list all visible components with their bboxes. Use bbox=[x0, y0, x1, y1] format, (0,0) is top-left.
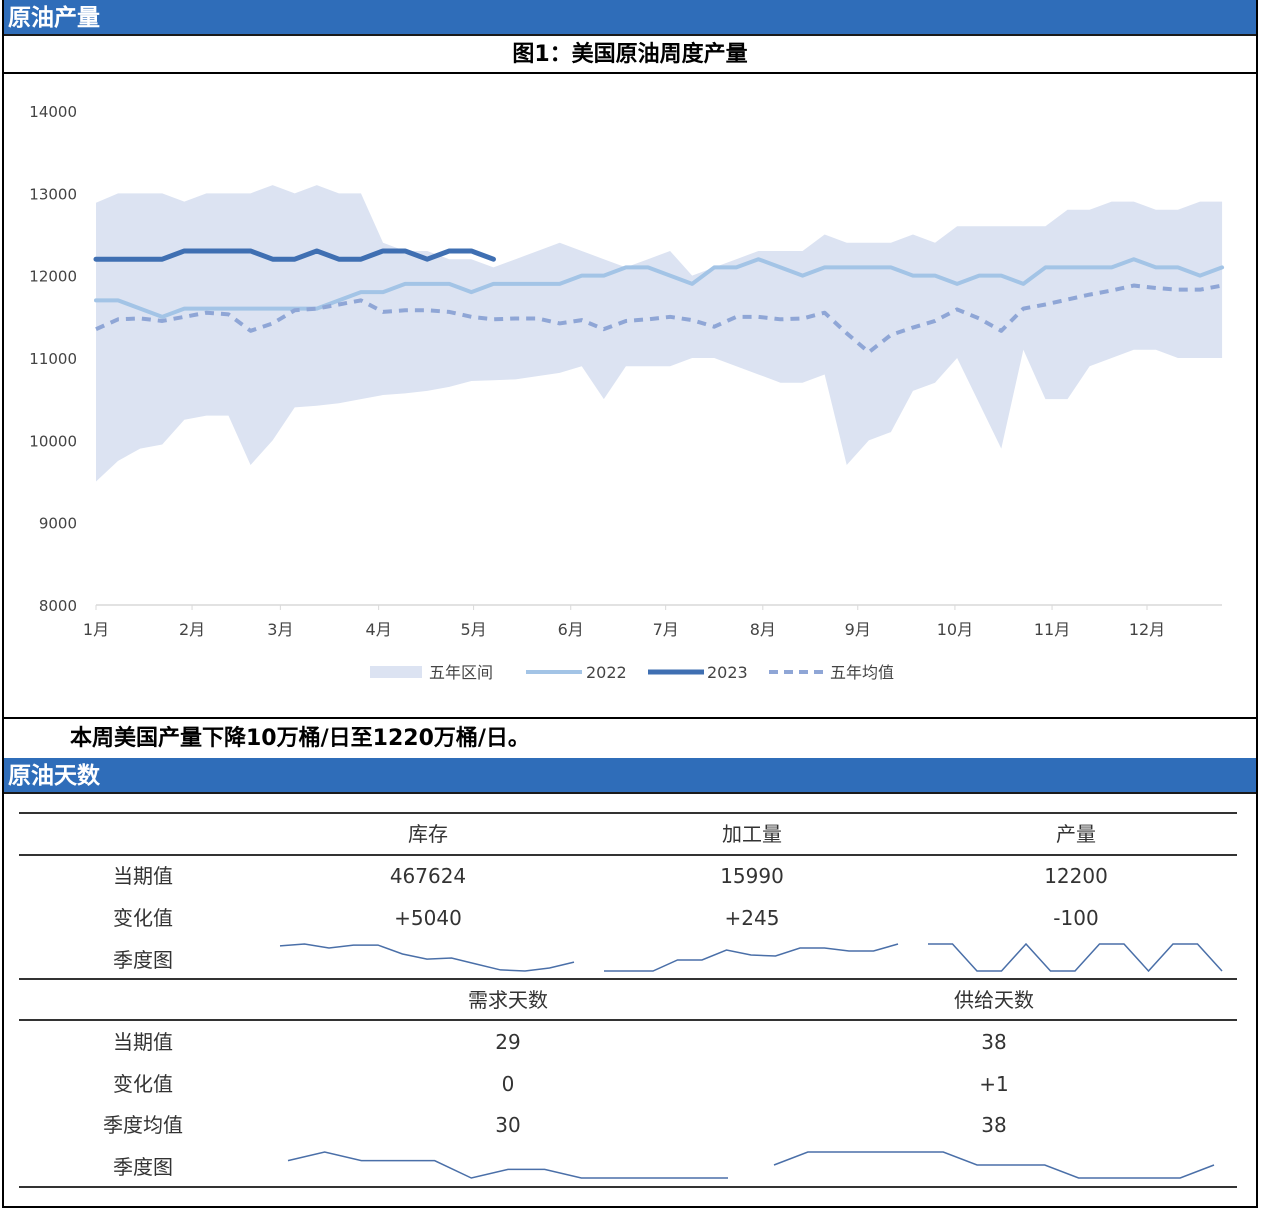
sparklines bbox=[279, 942, 1223, 1179]
sparkline-inventory bbox=[279, 943, 575, 972]
sparkline-production bbox=[928, 942, 1223, 973]
sparkline-demand-days bbox=[287, 1151, 728, 1179]
sparkline-processing bbox=[604, 943, 899, 972]
report-page: 原油产量 图1：美国原油周度产量 8000 9000 10000 11000 12000… bbox=[0, 0, 1264, 1210]
sparkline-supply-days bbox=[773, 1151, 1215, 1179]
